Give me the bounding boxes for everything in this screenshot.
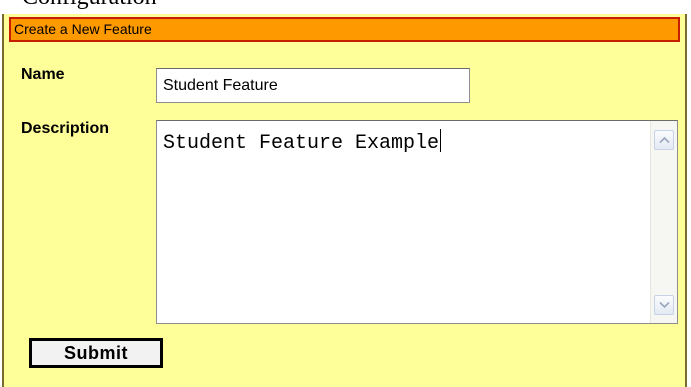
top-clipped-strip: Configuration — [0, 0, 691, 14]
name-label: Name — [21, 66, 65, 83]
chevron-down-icon — [659, 301, 670, 309]
name-input[interactable]: Student Feature — [156, 68, 470, 103]
panel-header: Create a New Feature — [9, 17, 680, 42]
scroll-down-button[interactable] — [654, 295, 674, 315]
description-textarea[interactable]: Student Feature Example — [156, 120, 678, 324]
description-scrollbar[interactable] — [650, 121, 677, 323]
description-text: Student Feature Example — [163, 129, 442, 155]
clipped-heading-text: Configuration — [22, 0, 157, 11]
chevron-up-icon — [659, 136, 670, 144]
scroll-up-button[interactable] — [654, 130, 674, 150]
submit-button[interactable]: Submit — [29, 338, 163, 368]
description-value: Student Feature Example — [163, 132, 440, 155]
description-label: Description — [21, 120, 110, 137]
create-feature-panel: Create a New Feature Name Student Featur… — [2, 14, 687, 387]
text-caret — [440, 129, 442, 152]
